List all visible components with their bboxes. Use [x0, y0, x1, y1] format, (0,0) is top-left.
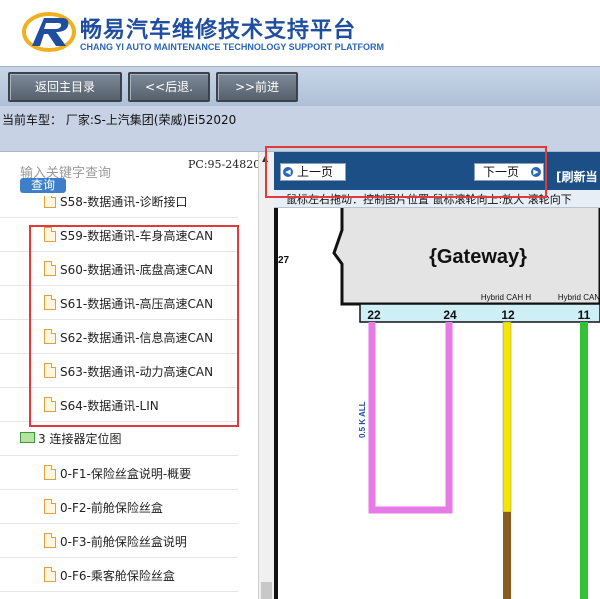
tree-item-label: S63-数据通讯-动力高速CAN: [60, 365, 214, 379]
next-page-label: 下一页: [483, 165, 520, 179]
tree-item-label: S59-数据通讯-车身高速CAN: [60, 229, 214, 243]
pin-number: 22: [367, 308, 381, 322]
tree-item-label: 0-F2-前舱保险丝盒: [60, 501, 163, 515]
document-icon: [44, 465, 56, 480]
back-button[interactable]: <<后退.: [128, 72, 210, 102]
arrow-right-icon: ▶: [531, 167, 541, 177]
module-name: {Gateway}: [429, 246, 527, 268]
tree-item[interactable]: S63-数据通讯-动力高速CAN: [0, 354, 238, 388]
pin-number: 11: [578, 308, 591, 322]
pager-bar: ◀ 上一页 下一页 ▶ [刷新当: [274, 152, 600, 190]
tree-item[interactable]: 0-F2-前舱保险丝盒: [0, 490, 238, 524]
document-icon: [44, 329, 56, 344]
pin-number: 24: [443, 308, 457, 322]
refresh-link[interactable]: [刷新当: [556, 168, 598, 185]
left-scrollbar[interactable]: ▲: [258, 152, 274, 599]
tree-item[interactable]: S64-数据通讯-LIN: [0, 388, 238, 422]
left-pane: 输入关键字查询 查询 PC:95-24820 S58-数据通讯-诊断接口 S59…: [0, 152, 261, 599]
document-icon: [44, 363, 56, 378]
document-icon: [44, 397, 56, 412]
app-title: 畅易汽车维修技术支持平台: [80, 18, 357, 43]
document-icon: [44, 227, 56, 242]
hint-text: 鼠标左右拖动：控制图片位置 鼠标滚轮向上:放大 滚轮向下: [286, 193, 572, 206]
pin-number: 12: [501, 308, 515, 322]
tree-item[interactable]: 0-F3-前舱保险丝盒说明: [0, 524, 238, 558]
wire-label: Hybrid CAH H: [481, 293, 531, 302]
logo-icon: [22, 12, 76, 52]
scroll-thumb[interactable]: [261, 582, 272, 599]
pin-number-left: 27: [278, 255, 290, 266]
app-header: 畅易汽车维修技术支持平台 CHANG YI AUTO MAINTENANCE T…: [0, 0, 600, 66]
tree-item[interactable]: S59-数据通讯-车身高速CAN: [0, 218, 238, 252]
tree-item[interactable]: S61-数据通讯-高压高速CAN: [0, 286, 238, 320]
tree-item-label: 0-F3-前舱保险丝盒说明: [60, 535, 187, 549]
tree-item[interactable]: S58-数据通讯-诊断接口: [0, 196, 238, 218]
tree-item-label: S64-数据通讯-LIN: [60, 399, 159, 413]
model-bar: 当前车型： 厂家:S-上汽集团(荣威)Ei52020: [0, 106, 600, 152]
tree-item[interactable]: 0-F1-保险丝盒说明-概要: [0, 456, 238, 490]
tree-item-label: S60-数据通讯-底盘高速CAN: [60, 263, 214, 277]
tree-folder-label: 3 连接器定位图: [38, 432, 122, 446]
document-icon: [44, 533, 56, 548]
tree-item-label: 0-F6-乘客舱保险丝盒: [60, 569, 175, 583]
app-subtitle: CHANG YI AUTO MAINTENANCE TECHNOLOGY SUP…: [80, 42, 385, 52]
tree-item[interactable]: 0-F6-乘客舱保险丝盒: [0, 558, 238, 592]
document-icon: [44, 196, 56, 208]
scroll-up-icon[interactable]: ▲: [262, 154, 268, 163]
forward-button[interactable]: >>前进: [216, 72, 298, 102]
tree-item-label: S61-数据通讯-高压高速CAN: [60, 297, 214, 311]
prev-page-label: 上一页: [297, 165, 334, 179]
document-icon: [44, 567, 56, 582]
document-icon: [44, 499, 56, 514]
tree-item-label: S62-数据通讯-信息高速CAN: [60, 331, 214, 345]
tree-item[interactable]: S60-数据通讯-底盘高速CAN: [0, 252, 238, 286]
search-button[interactable]: 查询: [20, 178, 66, 193]
wire-label: Hybrid CAN: [558, 293, 600, 302]
diagram-canvas: {Gateway} Hybrid CAH H Hybrid CAN 22 24 …: [332, 208, 600, 599]
tree-item-label: S58-数据通讯-诊断接口: [60, 196, 188, 209]
current-model-text: 当前车型： 厂家:S-上汽集团(荣威)Ei52020: [2, 113, 237, 127]
tree-item-label: 0-F1-保险丝盒说明-概要: [60, 467, 192, 481]
tree-list: S58-数据通讯-诊断接口 S59-数据通讯-车身高速CAN S60-数据通讯-…: [0, 196, 258, 599]
right-pane: ◀ 上一页 下一页 ▶ [刷新当 鼠标左右拖动：控制图片位置 鼠标滚轮向上:放大…: [274, 152, 600, 599]
prev-page-button[interactable]: ◀ 上一页: [280, 163, 346, 181]
tree-item[interactable]: S62-数据通讯-信息高速CAN: [0, 320, 238, 354]
document-icon: [44, 295, 56, 310]
home-button[interactable]: 返回主目录: [8, 72, 122, 102]
wiring-diagram[interactable]: {Gateway} Hybrid CAH H Hybrid CAN 22 24 …: [274, 208, 600, 599]
folder-open-icon: [20, 432, 35, 443]
document-icon: [44, 261, 56, 276]
tree-folder[interactable]: 3 连接器定位图: [0, 422, 238, 456]
next-page-button[interactable]: 下一页 ▶: [474, 163, 544, 181]
pc-code: PC:95-24820: [188, 158, 261, 171]
arrow-left-icon: ◀: [283, 167, 293, 177]
wire-spec-text: 0.5 K ALL: [358, 401, 367, 438]
hint-bar: 鼠标左右拖动：控制图片位置 鼠标滚轮向上:放大 滚轮向下: [274, 190, 600, 208]
navbar: 返回主目录 <<后退. >>前进: [0, 66, 600, 106]
